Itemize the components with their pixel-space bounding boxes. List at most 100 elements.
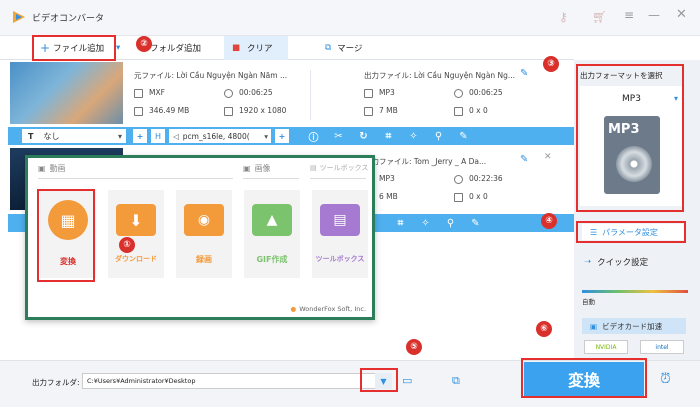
- toolbox-icon: ▤: [310, 164, 317, 172]
- minimize-icon[interactable]: —: [648, 8, 660, 22]
- chevron-down-icon: ▾: [264, 131, 268, 141]
- clear-button[interactable]: ■ クリア: [224, 36, 288, 60]
- highlight-parameter-settings: [576, 221, 686, 243]
- download-tile[interactable]: ⬇ ダウンロード: [108, 190, 164, 278]
- video-thumbnail[interactable]: [10, 62, 123, 124]
- text-icon: T: [28, 131, 34, 141]
- edit-icon[interactable]: ✎: [463, 218, 488, 229]
- crop-icon[interactable]: ⌗: [388, 218, 413, 229]
- edit-bar: T なし ▾ + H ◁ pcm_s16le, 4800( ▾ + ⓘ ✂ ↻ …: [8, 127, 574, 145]
- speaker-icon: ◁: [173, 131, 179, 141]
- app-logo-icon: [12, 10, 26, 24]
- add-folder-button[interactable]: フォルダ追加: [150, 36, 201, 60]
- divider: [310, 178, 366, 179]
- video-icon: ▣: [38, 164, 46, 173]
- edit-output-icon[interactable]: ✎: [520, 68, 528, 79]
- gpu-icon: ▣: [590, 321, 598, 331]
- info-icon[interactable]: ⓘ: [301, 129, 326, 144]
- step-marker-2: ②: [136, 36, 152, 52]
- step-marker-5: ⑤: [406, 339, 422, 355]
- size-icon: [134, 106, 143, 116]
- toolbox-tile[interactable]: ▤ ツールボックス: [312, 190, 368, 278]
- add-file-dropdown-icon[interactable]: ▾: [116, 36, 120, 60]
- effects-icon[interactable]: ✧: [413, 218, 438, 229]
- output-filename: Lời Cầu Nguyện Ngàn Ng...: [413, 71, 516, 80]
- nvidia-badge[interactable]: NVIDIA: [584, 340, 628, 354]
- alarm-clock-icon[interactable]: ⏰︎: [660, 371, 671, 387]
- subtitle-select[interactable]: T なし ▾: [22, 129, 126, 143]
- tab-toolbox[interactable]: ▤ ツールボックス: [310, 163, 368, 173]
- size-icon: [364, 106, 373, 116]
- chevron-down-icon: ▾: [117, 131, 122, 141]
- highlight-convert-tile: [37, 189, 95, 282]
- output-label: 出力ファイル:: [364, 71, 412, 80]
- slider-auto-label: 自動: [582, 298, 595, 306]
- output-folder-label: 出力フォルダ:: [32, 378, 80, 387]
- highlight-add-file: [32, 35, 116, 61]
- source-label: 元ファイル:: [134, 71, 175, 80]
- divider: [38, 178, 233, 179]
- quality-slider[interactable]: [582, 290, 688, 293]
- clock-icon: [224, 88, 233, 98]
- toolbox-icon: ▤: [320, 204, 360, 236]
- rotate-icon[interactable]: ↻: [351, 131, 376, 142]
- snapshot-icon[interactable]: ⧉: [452, 374, 460, 388]
- trash-icon: ■: [232, 43, 241, 53]
- add-subtitle-button[interactable]: +: [133, 129, 147, 143]
- gif-maker-tile[interactable]: ▲ GIF作成: [244, 190, 300, 278]
- resolution-icon: [454, 106, 463, 116]
- image-icon: ▣: [243, 164, 251, 173]
- title-bar: ビデオコンバータ ⚷ 🛒︎ ≡ — ✕: [0, 0, 700, 36]
- edit-icon[interactable]: ✎: [451, 131, 476, 142]
- intel-badge[interactable]: intel: [640, 340, 684, 354]
- watermark-icon[interactable]: ⚲: [426, 131, 451, 142]
- wonderfox-logo-icon: ●: [290, 305, 297, 313]
- step-marker-4: ④: [541, 213, 557, 229]
- format-icon: [364, 88, 373, 98]
- tab-video[interactable]: ▣ 動画: [38, 163, 66, 174]
- audio-track-select[interactable]: ◁ pcm_s16le, 4800( ▾: [169, 129, 271, 143]
- highlight-convert-button: [521, 358, 647, 398]
- output-folder-input[interactable]: C:¥Users¥Administrator¥Desktop: [82, 373, 392, 389]
- clock-icon: [454, 88, 463, 98]
- close-icon[interactable]: ✕: [676, 7, 687, 22]
- screen-record-icon: ◉: [184, 204, 224, 236]
- source-filename: Lời Cầu Nguyện Ngàn Năm ...: [176, 71, 288, 80]
- highlight-format-selector: [576, 64, 684, 212]
- divider: [310, 70, 311, 120]
- step-marker-6: ⑥: [536, 321, 552, 337]
- highlight-folder-dropdown: [360, 368, 398, 392]
- download-icon: ⬇: [116, 204, 156, 236]
- output-filename: Tom _Jerry _ A Da...: [413, 157, 487, 166]
- arrow-right-icon: ➝: [584, 257, 592, 267]
- merge-button[interactable]: ⧉ マージ: [325, 36, 362, 60]
- divider: [243, 178, 299, 179]
- image-landscape-icon: ▲: [252, 204, 292, 236]
- key-icon[interactable]: ⚷: [559, 10, 568, 24]
- format-icon: [134, 88, 143, 98]
- resolution-icon: [224, 106, 233, 116]
- tab-image[interactable]: ▣ 画像: [243, 163, 271, 174]
- resolution-icon: [454, 192, 463, 202]
- menu-icon[interactable]: ≡: [624, 8, 634, 22]
- clock-icon: [454, 174, 463, 184]
- step-marker-1: ①: [119, 237, 135, 253]
- crop-icon[interactable]: ⌗: [376, 131, 401, 142]
- copyright-footer: ● WonderFox Soft, Inc.: [290, 305, 366, 313]
- quick-settings: ➝ クイック設定: [584, 257, 649, 268]
- open-folder-icon[interactable]: ▭: [402, 374, 412, 387]
- add-audio-button[interactable]: +: [275, 129, 289, 143]
- step-marker-3: ③: [543, 56, 559, 72]
- gpu-acceleration-button[interactable]: ▣ ビデオカード加速: [582, 318, 686, 334]
- watermark-icon[interactable]: ⚲: [438, 218, 463, 229]
- merge-icon: ⧉: [325, 43, 332, 53]
- edit-output-icon[interactable]: ✎: [520, 154, 528, 165]
- remove-file-icon[interactable]: ✕: [544, 152, 552, 162]
- effects-icon[interactable]: ✧: [401, 131, 426, 142]
- record-tile[interactable]: ◉ 録画: [176, 190, 232, 278]
- file-item[interactable]: 元ファイル: Lời Cầu Nguyện Ngàn Năm ... MXF 0…: [8, 60, 574, 126]
- cut-icon[interactable]: ✂: [326, 131, 351, 142]
- subtitle-tool-button[interactable]: H: [151, 129, 165, 143]
- cart-icon[interactable]: 🛒︎: [592, 10, 607, 24]
- window-title: ビデオコンバータ: [32, 14, 105, 24]
